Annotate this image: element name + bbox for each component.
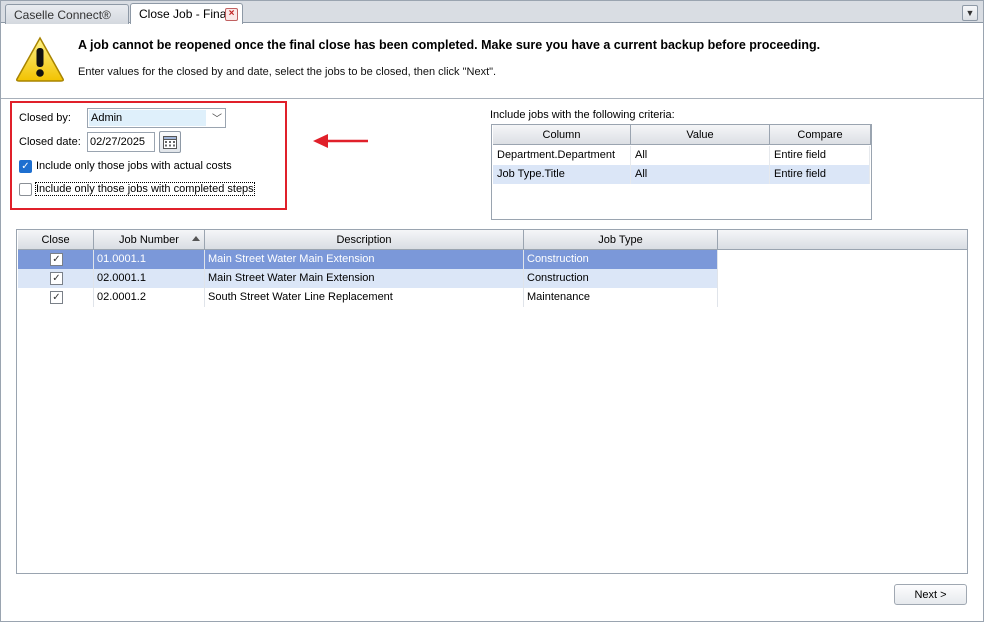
criteria-caption: Include jobs with the following criteria… bbox=[490, 109, 675, 121]
tab-strip: Caselle Connect® Close Job - Final × ▼ bbox=[1, 1, 983, 25]
job-number-cell: 01.0001.1 bbox=[94, 250, 205, 269]
job-type-cell: Maintenance bbox=[524, 288, 718, 307]
jobs-header-job-number[interactable]: Job Number bbox=[94, 230, 205, 250]
jobs-header-description[interactable]: Description bbox=[205, 230, 524, 250]
checkbox-actual-costs-label[interactable]: Include only those jobs with actual cost… bbox=[36, 160, 232, 172]
criteria-cell-column: Job Type.Title bbox=[493, 165, 631, 184]
jobs-grid: Close Job Number Description Job Type ✓ … bbox=[16, 229, 968, 574]
sort-ascending-icon bbox=[192, 236, 200, 241]
jobs-header-job-number-label: Job Number bbox=[119, 234, 179, 246]
next-button[interactable]: Next > bbox=[894, 584, 967, 605]
criteria-header-column[interactable]: Column bbox=[493, 125, 631, 145]
calendar-button[interactable] bbox=[159, 131, 181, 153]
criteria-cell-compare: Entire field bbox=[770, 146, 870, 165]
criteria-header-compare[interactable]: Compare bbox=[770, 125, 871, 145]
calendar-icon bbox=[163, 136, 177, 149]
closed-by-label: Closed by: bbox=[19, 112, 71, 124]
jobs-header-filler bbox=[718, 230, 967, 250]
criteria-row[interactable]: Department.Department All Entire field bbox=[493, 146, 870, 165]
criteria-row[interactable]: Job Type.Title All Entire field bbox=[493, 165, 870, 184]
criteria-cell-column: Department.Department bbox=[493, 146, 631, 165]
closed-by-combo[interactable]: Admin ﹀ bbox=[87, 108, 226, 128]
row-close-checkbox[interactable]: ✓ bbox=[50, 291, 63, 304]
closed-date-label: Closed date: bbox=[19, 136, 81, 148]
tab-close-job-final[interactable]: Close Job - Final × bbox=[130, 3, 243, 25]
checkbox-completed-steps-label[interactable]: Include only those jobs with completed s… bbox=[35, 182, 255, 196]
chevron-down-icon[interactable]: ﹀ bbox=[212, 110, 222, 125]
warning-header: A job cannot be reopened once the final … bbox=[1, 24, 983, 99]
closed-date-input[interactable]: 02/27/2025 bbox=[87, 132, 155, 152]
row-close-checkbox[interactable]: ✓ bbox=[50, 272, 63, 285]
job-type-cell: Construction bbox=[524, 250, 718, 269]
job-number-cell: 02.0001.1 bbox=[94, 269, 205, 288]
tab-menu-chevron-down-icon[interactable]: ▼ bbox=[962, 5, 978, 21]
criteria-cell-value: All bbox=[631, 165, 770, 184]
jobs-header-close[interactable]: Close bbox=[18, 230, 94, 250]
red-arrow-annotation bbox=[313, 134, 368, 148]
warning-title: A job cannot be reopened once the final … bbox=[78, 38, 821, 52]
tab-label: Caselle Connect® bbox=[14, 8, 111, 22]
closed-by-value: Admin bbox=[89, 110, 206, 126]
criteria-header-value[interactable]: Value bbox=[631, 125, 770, 145]
jobs-header-job-type[interactable]: Job Type bbox=[524, 230, 718, 250]
table-row[interactable]: ✓ 02.0001.2 South Street Water Line Repl… bbox=[18, 288, 718, 307]
criteria-cell-value: All bbox=[631, 146, 770, 165]
close-icon[interactable]: × bbox=[225, 8, 238, 21]
job-type-cell: Construction bbox=[524, 269, 718, 288]
tab-label: Close Job - Final bbox=[139, 7, 230, 21]
criteria-cell-compare: Entire field bbox=[770, 165, 870, 184]
checkbox-actual-costs[interactable]: ✓ bbox=[19, 160, 32, 173]
row-close-checkbox[interactable]: ✓ bbox=[50, 253, 63, 266]
table-row[interactable]: ✓ 02.0001.1 Main Street Water Main Exten… bbox=[18, 269, 718, 288]
description-cell: South Street Water Line Replacement bbox=[205, 288, 524, 307]
job-number-cell: 02.0001.2 bbox=[94, 288, 205, 307]
close-cell: ✓ bbox=[18, 288, 94, 307]
criteria-grid: Column Value Compare Department.Departme… bbox=[491, 124, 872, 220]
description-cell: Main Street Water Main Extension bbox=[205, 269, 524, 288]
close-cell: ✓ bbox=[18, 269, 94, 288]
tab-caselle-connect[interactable]: Caselle Connect® bbox=[5, 4, 129, 24]
table-row[interactable]: ✓ 01.0001.1 Main Street Water Main Exten… bbox=[18, 250, 718, 269]
close-cell: ✓ bbox=[18, 250, 94, 269]
warning-instruction: Enter values for the closed by and date,… bbox=[78, 66, 497, 78]
description-cell: Main Street Water Main Extension bbox=[205, 250, 524, 269]
warning-icon bbox=[16, 36, 64, 82]
checkbox-completed-steps[interactable] bbox=[19, 183, 32, 196]
